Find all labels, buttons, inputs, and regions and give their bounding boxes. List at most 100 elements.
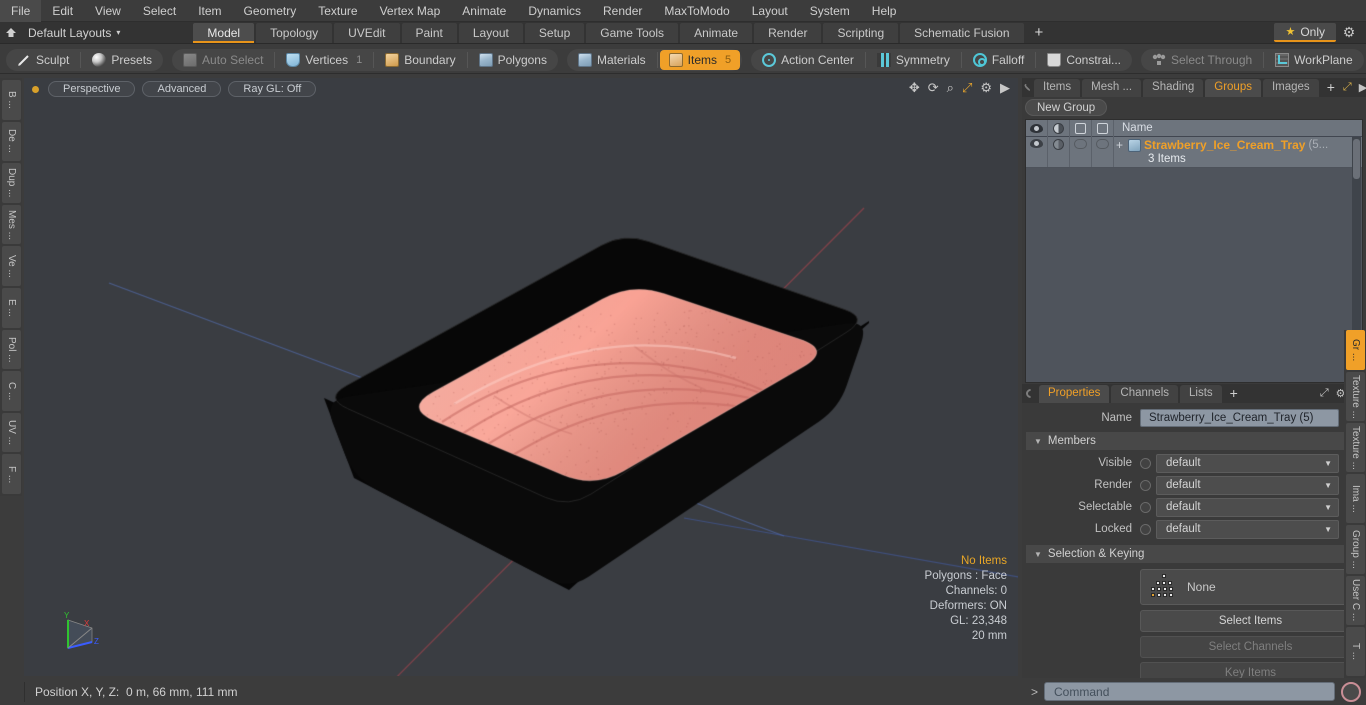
layout-tab-paint[interactable]: Paint xyxy=(401,22,457,43)
toolbar-button-items[interactable]: Items 5 xyxy=(659,49,741,70)
menu-item-animate[interactable]: Animate xyxy=(451,0,517,22)
toolbar-button-action-center[interactable]: Action Center xyxy=(753,50,863,70)
only-toggle-button[interactable]: ★ Only xyxy=(1274,23,1336,42)
menu-item-view[interactable]: View xyxy=(84,0,132,22)
command-input[interactable]: Command xyxy=(1044,682,1335,701)
add-properties-tab-button[interactable]: + xyxy=(1224,385,1244,403)
column-cube-icon[interactable] xyxy=(1070,119,1092,137)
toolbar-button-presets[interactable]: Presets xyxy=(83,50,161,70)
toolbar-button-workplane[interactable]: WorkPlane xyxy=(1266,50,1361,70)
right-tab-2[interactable]: Texture ... xyxy=(1346,423,1365,472)
zoom-icon[interactable]: ⌕ xyxy=(947,81,954,94)
toolbar-button-boundary[interactable]: Boundary xyxy=(376,50,464,70)
properties-tab-channels[interactable]: Channels xyxy=(1111,384,1179,403)
menu-item-help[interactable]: Help xyxy=(861,0,908,22)
gear-icon[interactable]: ⚙ xyxy=(1336,23,1362,43)
gear-icon[interactable]: ⚙ xyxy=(980,81,992,94)
toolbar-button-sculpt[interactable]: Sculpt xyxy=(8,50,78,70)
row-visibility-toggle[interactable] xyxy=(1026,137,1048,167)
menu-item-maxtomodo[interactable]: MaxToModo xyxy=(653,0,740,22)
menu-item-layout[interactable]: Layout xyxy=(741,0,799,22)
column-shade-icon[interactable] xyxy=(1048,119,1070,137)
menu-item-file[interactable]: File xyxy=(0,0,42,22)
menu-item-geometry[interactable]: Geometry xyxy=(233,0,308,22)
right-tab-0[interactable]: Gr ... xyxy=(1346,330,1365,370)
toolbar-button-auto-select[interactable]: Auto Select xyxy=(174,50,272,70)
left-tab-4[interactable]: Ve ... xyxy=(2,246,21,286)
right-tab-5[interactable]: User C ... xyxy=(1346,576,1365,625)
layout-tab-schematic-fusion[interactable]: Schematic Fusion xyxy=(900,22,1024,43)
move-icon[interactable]: ✥ xyxy=(909,81,920,94)
chevron-right-icon[interactable]: ▶ xyxy=(1000,81,1010,94)
row-select-toggle[interactable] xyxy=(1092,137,1114,167)
groups-list[interactable]: Name + Strawberry_Ice_Cream_Tray (5... 3… xyxy=(1025,119,1363,383)
property-dropdown[interactable]: default ▼ xyxy=(1156,475,1339,495)
left-tab-3[interactable]: Mes ... xyxy=(2,204,21,245)
table-row[interactable]: + Strawberry_Ice_Cream_Tray (5... 3 Item… xyxy=(1026,137,1362,168)
menu-item-select[interactable]: Select xyxy=(132,0,187,22)
panel-tab-images[interactable]: Images xyxy=(1262,78,1319,97)
members-section-header[interactable]: ▼ Members xyxy=(1026,432,1362,450)
panel-tab-mesh[interactable]: Mesh ... xyxy=(1082,78,1142,97)
selection-keying-section-header[interactable]: ▼ Selection & Keying xyxy=(1026,545,1362,563)
left-tab-7[interactable]: C ... xyxy=(2,371,21,411)
right-tab-1[interactable]: Texture ... xyxy=(1346,372,1365,421)
layout-tab-scripting[interactable]: Scripting xyxy=(823,22,899,43)
add-panel-tab-button[interactable]: + xyxy=(1321,79,1341,97)
property-enable-toggle[interactable] xyxy=(1140,479,1151,491)
left-tab-8[interactable]: UV ... xyxy=(2,412,21,453)
property-enable-toggle[interactable] xyxy=(1140,501,1151,513)
chevron-right-icon[interactable]: ▶ xyxy=(1359,81,1366,94)
add-layout-tab-button[interactable]: + xyxy=(1026,23,1053,43)
properties-tab-lists[interactable]: Lists xyxy=(1180,384,1222,403)
menu-item-item[interactable]: Item xyxy=(187,0,232,22)
property-enable-toggle[interactable] xyxy=(1140,457,1151,469)
layout-tab-layout[interactable]: Layout xyxy=(458,22,523,43)
row-shade-toggle[interactable] xyxy=(1048,137,1070,167)
panel-tab-shading[interactable]: Shading xyxy=(1143,78,1204,97)
rotate-icon[interactable]: ⟳ xyxy=(928,81,939,94)
select-items-button[interactable]: Select Items xyxy=(1140,610,1361,632)
right-tab-4[interactable]: Group ... xyxy=(1346,525,1365,574)
maximize-icon[interactable]: ⤢ xyxy=(962,81,972,94)
right-tab-6[interactable]: T ... xyxy=(1346,627,1365,676)
maximize-icon[interactable]: ⤢ xyxy=(1320,387,1329,400)
viewport-canvas[interactable] xyxy=(24,78,1018,676)
layout-tab-render[interactable]: Render xyxy=(754,22,822,43)
toolbar-button-vertices[interactable]: Vertices 1 xyxy=(277,50,371,70)
viewport-projection-button[interactable]: Perspective xyxy=(48,81,136,97)
row-render-toggle[interactable] xyxy=(1070,137,1092,167)
left-tab-5[interactable]: E ... xyxy=(2,287,21,328)
layout-tab-uvedit[interactable]: UVEdit xyxy=(334,22,400,43)
toolbar-button-polygons[interactable]: Polygons xyxy=(470,50,556,70)
panel-tab-groups[interactable]: Groups xyxy=(1205,78,1261,97)
column-cube-outline-icon[interactable] xyxy=(1092,119,1114,137)
toolbar-button-materials[interactable]: Materials xyxy=(569,50,655,70)
viewport-raygl-button[interactable]: Ray GL: Off xyxy=(228,81,317,97)
panel-tab-items[interactable]: Items xyxy=(1034,78,1081,97)
property-enable-toggle[interactable] xyxy=(1140,523,1151,535)
left-tab-9[interactable]: F ... xyxy=(2,454,21,494)
property-dropdown[interactable]: default ▼ xyxy=(1156,497,1339,517)
layout-tab-setup[interactable]: Setup xyxy=(524,22,585,43)
toolbar-button-falloff[interactable]: Falloff xyxy=(964,50,1033,70)
layout-name-label[interactable]: Default Layouts xyxy=(22,26,111,40)
name-field[interactable]: Strawberry_Ice_Cream_Tray (5) xyxy=(1140,409,1339,427)
selection-preset-box[interactable]: None xyxy=(1140,569,1361,605)
layout-tab-game-tools[interactable]: Game Tools xyxy=(586,22,679,43)
menu-item-dynamics[interactable]: Dynamics xyxy=(517,0,592,22)
toolbar-button-select-through[interactable]: Select Through xyxy=(1143,50,1261,70)
panel-menu-icon[interactable] xyxy=(1023,82,1033,93)
left-tab-2[interactable]: Dup ... xyxy=(2,163,21,203)
new-group-button[interactable]: New Group xyxy=(1025,99,1108,116)
toolbar-button-symmetry[interactable]: Symmetry xyxy=(868,50,959,70)
menu-item-render[interactable]: Render xyxy=(592,0,653,22)
property-dropdown[interactable]: default ▼ xyxy=(1156,453,1339,473)
menu-item-texture[interactable]: Texture xyxy=(307,0,368,22)
group-name-label[interactable]: Strawberry_Ice_Cream_Tray xyxy=(1144,138,1305,152)
home-icon[interactable] xyxy=(0,23,22,43)
layout-tab-model[interactable]: Model xyxy=(193,22,255,43)
menu-item-vertex-map[interactable]: Vertex Map xyxy=(369,0,452,22)
chevron-down-icon[interactable]: ▾ xyxy=(116,28,120,37)
right-tab-3[interactable]: Ima ... xyxy=(1346,474,1365,523)
